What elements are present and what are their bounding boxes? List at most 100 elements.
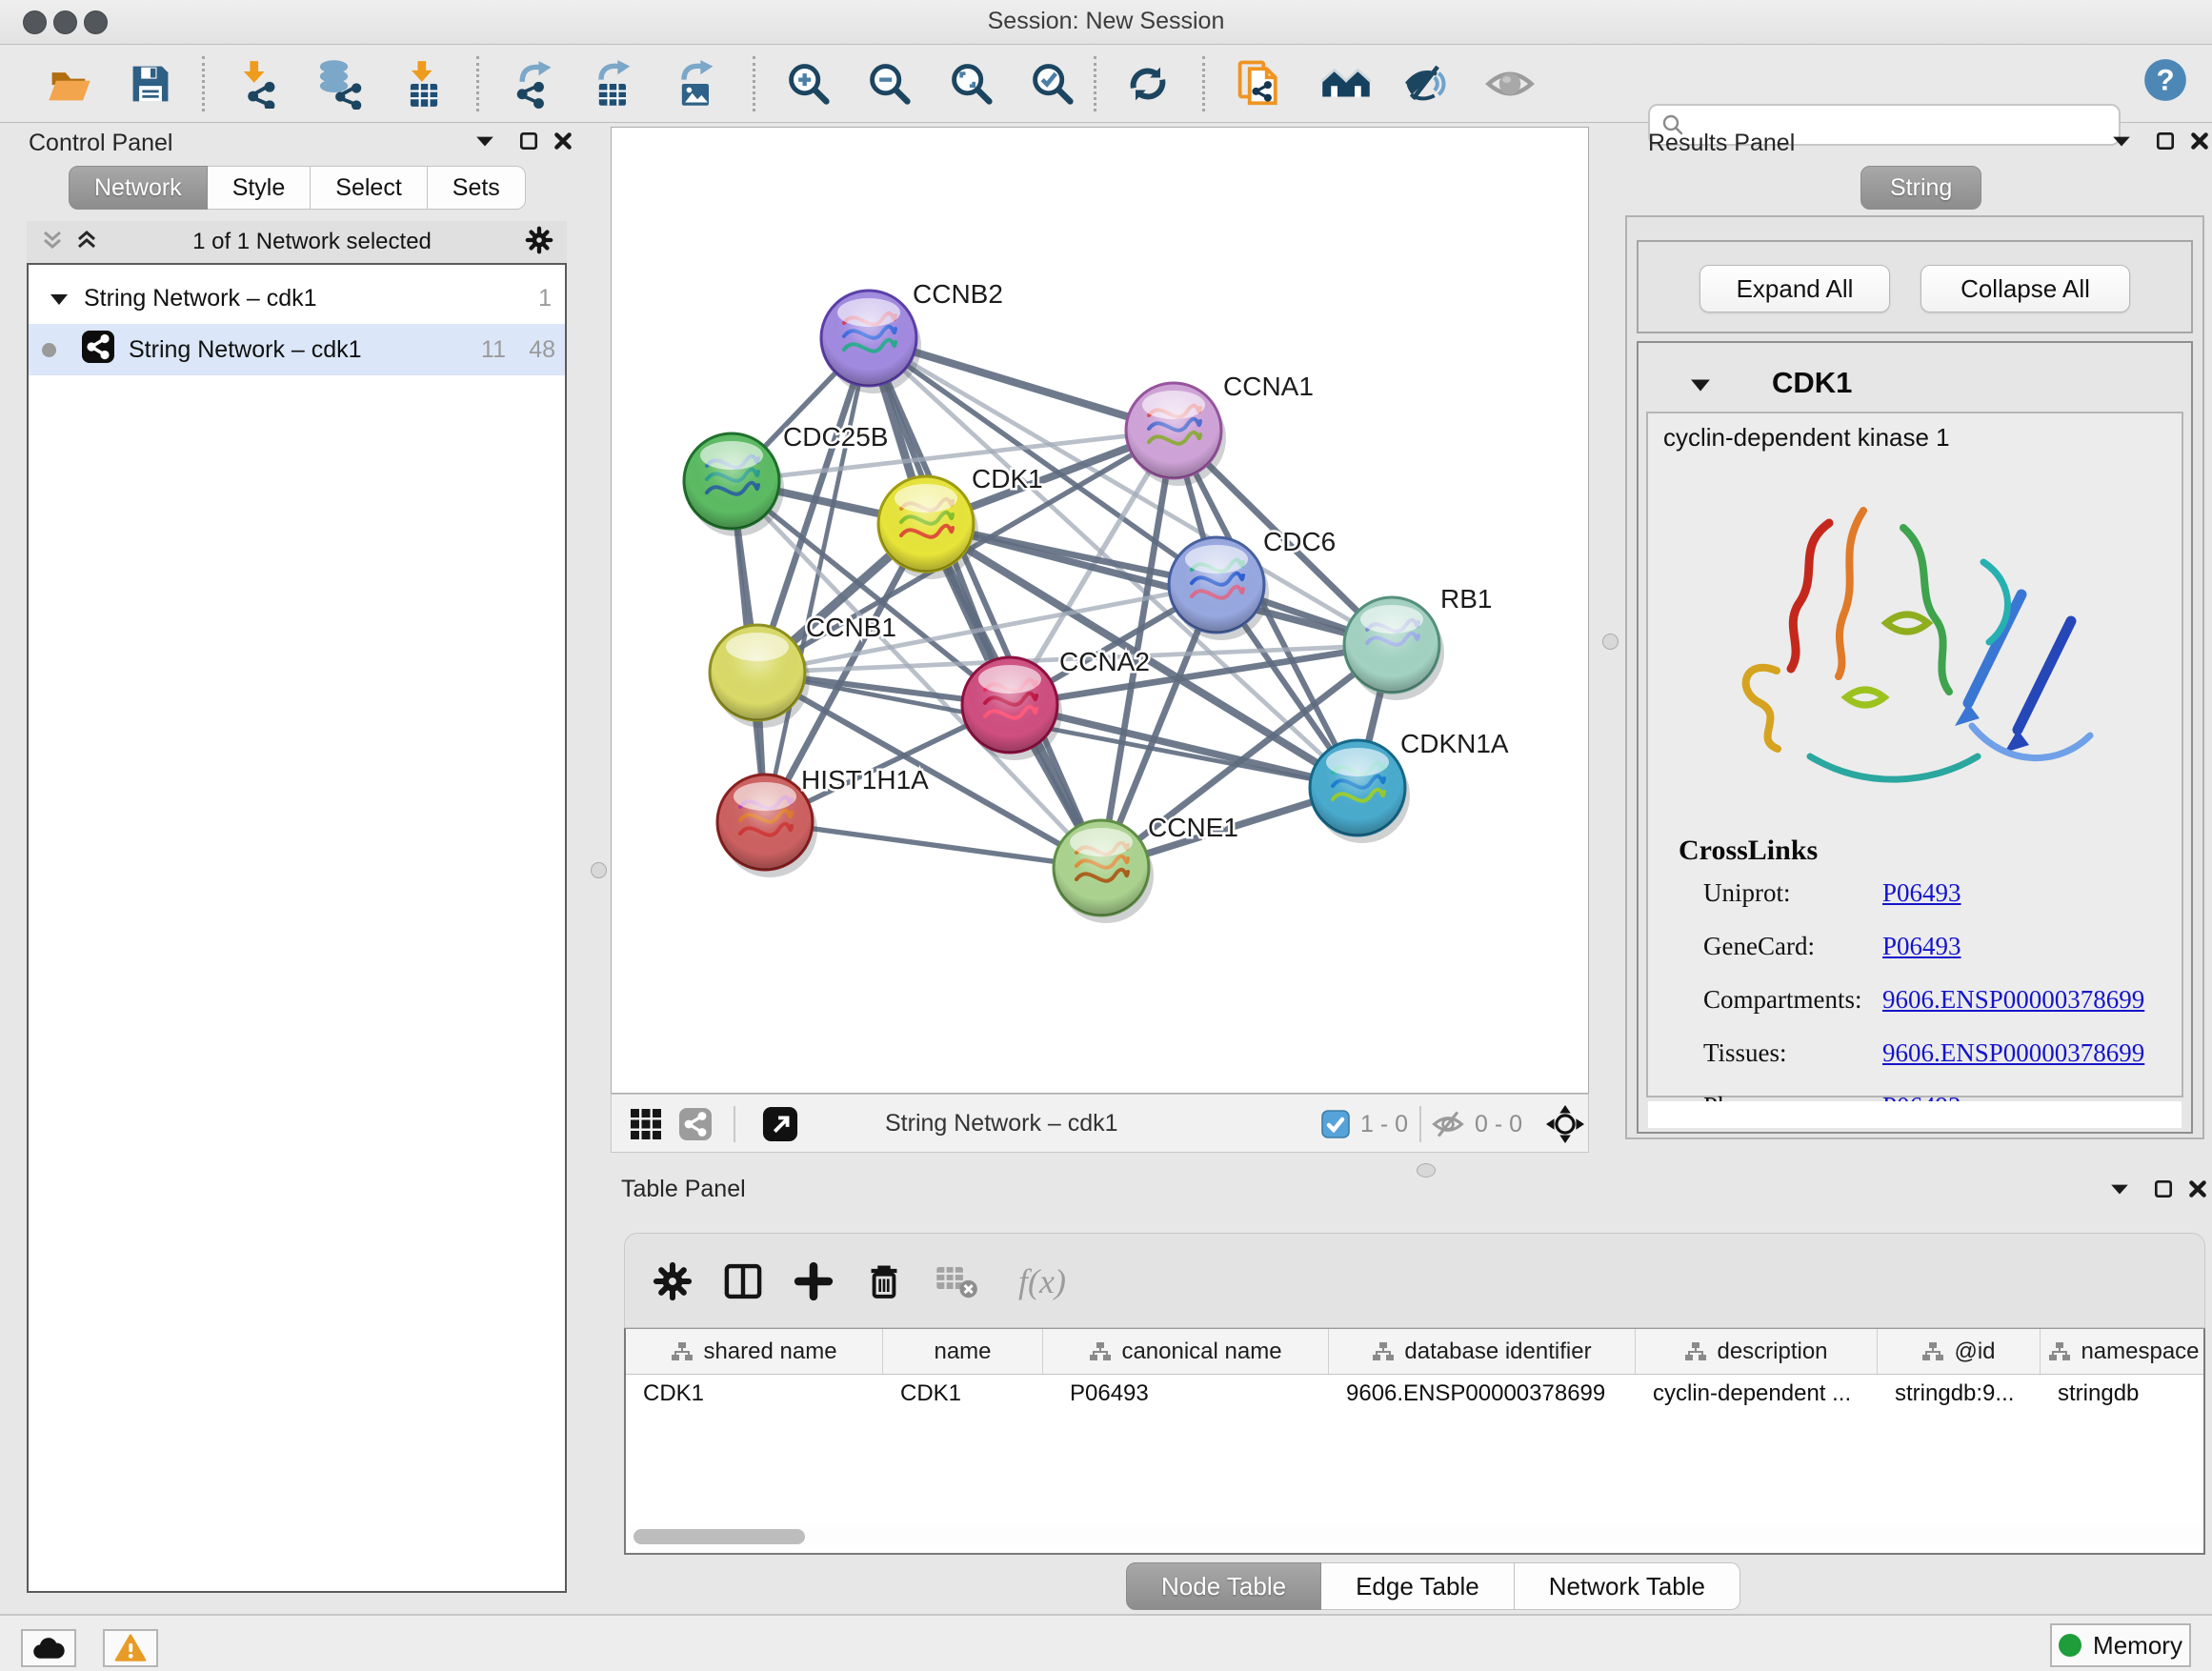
crosslink-label: Compartments: (1703, 985, 1861, 1014)
node-count: 11 (481, 336, 506, 364)
grid-view-icon[interactable] (629, 1107, 663, 1146)
save-icon (126, 59, 175, 109)
help-button[interactable]: ? (2140, 54, 2191, 106)
delete-column-icon[interactable] (859, 1257, 909, 1306)
network-node-cdc6[interactable] (1169, 537, 1269, 640)
float-panel-icon[interactable] (2155, 131, 2176, 156)
column-header-namespace[interactable]: namespace (2041, 1329, 2205, 1374)
collapse-all-networks-icon[interactable] (40, 228, 65, 257)
add-column-icon[interactable] (789, 1257, 838, 1306)
tab-select[interactable]: Select (311, 166, 427, 210)
tab-string[interactable]: String (1860, 166, 1981, 210)
network-view-toolbar: String Network – cdk1 1 - 0 0 - 0 (611, 1094, 1589, 1153)
home-pages-button[interactable] (1320, 58, 1372, 110)
node-label: RB1 (1440, 584, 1492, 614)
warning-icon (114, 1634, 147, 1662)
network-graph[interactable]: CCNB2CCNA1CDC25BCDK1CDC6RB1CCNB1CCNA2CDK… (612, 128, 1588, 1093)
control-panel-title: Control Panel (29, 130, 172, 157)
results-panel-title: Results Panel (1648, 130, 1795, 157)
tab-network[interactable]: Network (69, 166, 208, 210)
network-collection-row[interactable]: String Network – cdk1 1 (29, 272, 565, 324)
zoom-selected-button[interactable] (1027, 58, 1078, 110)
refresh-view-button[interactable] (1122, 58, 1174, 110)
warning-status-button[interactable] (103, 1629, 158, 1667)
results-scrollbar-track[interactable] (1648, 1101, 2182, 1128)
import-network-file-button[interactable] (231, 58, 283, 110)
close-panel-icon[interactable] (2187, 1178, 2208, 1204)
right-splitter-grip[interactable] (1602, 634, 1619, 650)
column-type-icon (1684, 1341, 1707, 1362)
detach-view-icon[interactable] (762, 1106, 798, 1147)
table-panel-header: Table Panel (611, 1174, 2212, 1212)
show-overview-button[interactable] (1484, 58, 1536, 110)
gene-expander-icon[interactable] (1690, 377, 1711, 397)
export-network-button[interactable] (507, 58, 558, 110)
table-scrollbar-thumb[interactable] (633, 1529, 805, 1544)
column-header-description[interactable]: description (1636, 1329, 1878, 1374)
import-table-file-button[interactable] (398, 58, 450, 110)
close-panel-icon[interactable] (2189, 131, 2210, 156)
network-node-rb1[interactable] (1344, 597, 1444, 700)
panel-menu-icon[interactable] (2109, 1181, 2130, 1201)
crosslink-uniprot[interactable]: P06493 (1882, 878, 1961, 908)
column-header-canonical-name[interactable]: canonical name (1043, 1329, 1329, 1374)
zoom-out-button[interactable] (864, 58, 915, 110)
network-node-cdkn1a[interactable] (1310, 740, 1410, 843)
expand-all-button[interactable]: Expand All (1699, 265, 1890, 312)
tab-edge-table[interactable]: Edge Table (1321, 1562, 1515, 1610)
crosslink-compartments[interactable]: 9606.ENSP00000378699 (1882, 985, 2144, 1015)
column-header-id[interactable]: @id (1878, 1329, 2041, 1374)
export-table-button[interactable] (588, 58, 639, 110)
toolbar-separator (1094, 56, 1096, 111)
memory-button[interactable]: Memory (2050, 1623, 2191, 1667)
column-header-database-identifier[interactable]: database identifier (1329, 1329, 1636, 1374)
network-node-ccnb2[interactable] (821, 291, 921, 393)
show-columns-icon[interactable] (718, 1257, 768, 1306)
column-type-icon (671, 1341, 694, 1362)
zoom-in-button[interactable] (783, 58, 835, 110)
table-options-gear-icon[interactable] (648, 1257, 697, 1306)
tab-style[interactable]: Style (208, 166, 312, 210)
network-node-ccna2[interactable] (962, 657, 1062, 760)
network-row-selected[interactable]: String Network – cdk1 11 48 (29, 324, 565, 375)
tab-sets[interactable]: Sets (428, 166, 526, 210)
column-header-name[interactable]: name (883, 1329, 1043, 1374)
cytoscape-window: Session: New Session (0, 0, 2212, 1671)
network-node-ccna1[interactable] (1126, 383, 1226, 486)
open-in-cytoscape-web-button[interactable] (1235, 58, 1286, 110)
close-panel-icon[interactable] (553, 131, 573, 156)
import-network-database-button[interactable] (312, 58, 364, 110)
birds-eye-toggle-icon[interactable] (1545, 1104, 1585, 1149)
panel-menu-icon[interactable] (2111, 133, 2132, 153)
table-scrollbar-track[interactable] (628, 1524, 2202, 1549)
network-node-cdk1[interactable] (878, 476, 978, 579)
table-header-row: shared name name canonical name database… (626, 1329, 2203, 1375)
zoom-fit-button[interactable] (946, 58, 997, 110)
column-header-shared-name[interactable]: shared name (626, 1329, 883, 1374)
expand-all-networks-icon[interactable] (74, 228, 99, 257)
network-options-gear-icon[interactable] (525, 226, 553, 259)
float-panel-icon[interactable] (518, 131, 539, 156)
crosslink-genecard[interactable]: P06493 (1882, 932, 1961, 961)
left-splitter-grip[interactable] (591, 862, 607, 878)
collapse-all-button[interactable]: Collapse All (1920, 265, 2130, 312)
float-panel-icon[interactable] (2153, 1178, 2174, 1204)
panel-menu-icon[interactable] (474, 133, 495, 153)
tab-node-table[interactable]: Node Table (1126, 1562, 1321, 1610)
export-image-button[interactable] (671, 58, 722, 110)
network-view-title: String Network – cdk1 (885, 1110, 1118, 1137)
save-session-button[interactable] (125, 58, 176, 110)
tab-network-table[interactable]: Network Table (1515, 1562, 1740, 1610)
hide-results-button[interactable] (1402, 58, 1454, 110)
cell-canonical-name: P06493 (1043, 1380, 1329, 1407)
open-session-button[interactable] (44, 58, 95, 110)
export-network-icon (508, 59, 557, 109)
network-node-cdc25b[interactable] (684, 433, 784, 536)
collection-expander-icon[interactable] (50, 285, 69, 312)
table-row[interactable]: CDK1 CDK1 P06493 9606.ENSP00000378699 cy… (626, 1375, 2203, 1413)
gene-description: cyclin-dependent kinase 1 (1663, 423, 1950, 453)
cloud-status-button[interactable] (21, 1629, 76, 1667)
selected-checkbox-icon[interactable] (1321, 1110, 1350, 1143)
crosslink-tissues[interactable]: 9606.ENSP00000378699 (1882, 1038, 2144, 1068)
network-view-icon[interactable] (678, 1107, 713, 1146)
